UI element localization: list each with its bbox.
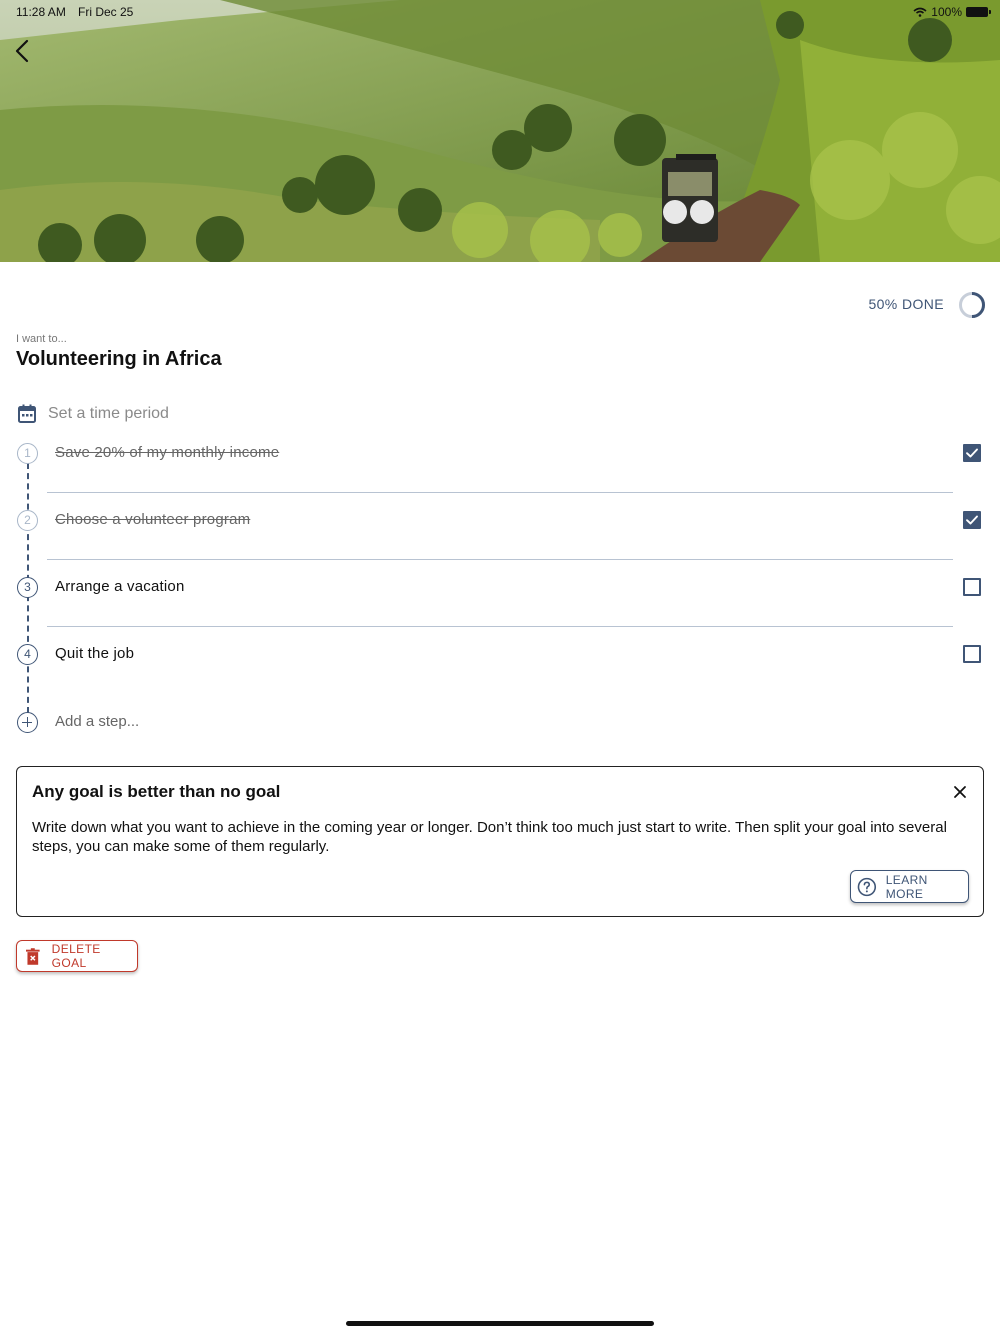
progress-ring-icon: [959, 292, 985, 318]
checkbox-checked-icon[interactable]: [963, 511, 981, 529]
back-chevron-icon[interactable]: [10, 38, 36, 64]
progress-label: 50% DONE: [868, 296, 944, 312]
close-icon[interactable]: [951, 783, 969, 801]
add-step-label: Add a step...: [55, 713, 140, 730]
landscape-illustration: [0, 0, 1000, 262]
step-row[interactable]: 3 Arrange a vacation: [0, 567, 1000, 627]
checkbox-unchecked-icon[interactable]: [963, 645, 981, 663]
trash-icon: [26, 947, 40, 965]
step-divider: [47, 559, 953, 560]
wifi-icon: [913, 7, 927, 17]
safari-vehicle: [662, 154, 718, 242]
calendar-icon: [18, 404, 36, 423]
help-circle-icon: [857, 877, 877, 896]
step-number: 1: [17, 443, 38, 464]
goal-title[interactable]: Volunteering in Africa: [16, 348, 222, 371]
step-text[interactable]: Choose a volunteer program: [55, 511, 250, 528]
step-number: 4: [17, 644, 38, 665]
delete-goal-label: DELETE GOAL: [51, 942, 101, 970]
step-row[interactable]: 2 Choose a volunteer program: [0, 500, 1000, 560]
goal-prompt: I want to...: [16, 333, 67, 345]
step-row[interactable]: 4 Quit the job: [0, 634, 1000, 674]
checkbox-checked-icon[interactable]: [963, 444, 981, 462]
hero-image: [0, 0, 1000, 262]
step-text[interactable]: Quit the job: [55, 645, 134, 662]
tip-title: Any goal is better than no goal: [32, 782, 281, 801]
step-number: 2: [17, 510, 38, 531]
status-bar: 11:28 AM Fri Dec 25 100%: [0, 0, 1000, 24]
delete-goal-button[interactable]: DELETE GOAL: [16, 940, 138, 972]
step-divider: [47, 626, 953, 627]
step-row[interactable]: 1 Save 20% of my monthly income: [0, 433, 1000, 493]
status-indicators: 100%: [913, 5, 991, 19]
home-indicator: [346, 1321, 654, 1326]
step-text[interactable]: Save 20% of my monthly income: [55, 444, 279, 461]
learn-more-button[interactable]: LEARN MORE: [850, 870, 969, 903]
checkbox-unchecked-icon[interactable]: [963, 578, 981, 596]
tip-card: Any goal is better than no goal Write do…: [16, 766, 984, 917]
battery-percent: 100%: [931, 5, 962, 19]
step-divider: [47, 492, 953, 493]
add-step-button[interactable]: Add a step...: [0, 702, 400, 742]
add-circle-icon: [17, 712, 38, 733]
time-period-label: Set a time period: [48, 405, 169, 422]
battery-icon: [966, 7, 991, 17]
learn-more-label: LEARN MORE: [885, 872, 928, 901]
time-period-button[interactable]: Set a time period: [16, 403, 169, 425]
step-number: 3: [17, 577, 38, 598]
status-time: 11:28 AM: [16, 5, 66, 19]
tip-body: Write down what you want to achieve in t…: [32, 819, 947, 855]
step-text[interactable]: Arrange a vacation: [55, 578, 185, 595]
status-date: Fri Dec 25: [78, 5, 134, 19]
